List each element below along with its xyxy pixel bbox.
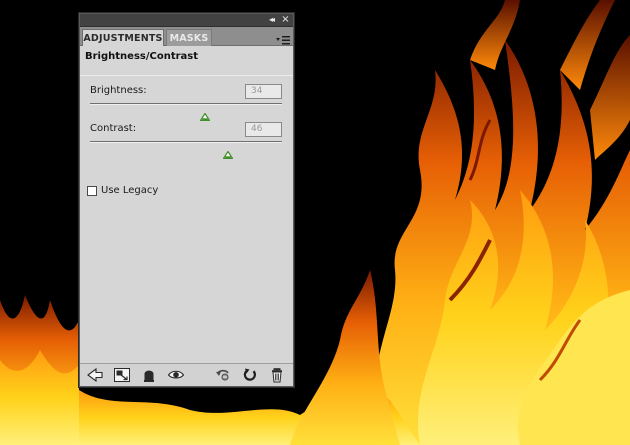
close-icon[interactable]: × <box>280 14 291 26</box>
brightness-label: Brightness: <box>90 85 147 96</box>
panel-menu-icon[interactable] <box>276 31 290 45</box>
contrast-value-field[interactable]: 46 <box>245 122 282 137</box>
panel-topbar[interactable]: ◂◂ × <box>80 14 293 27</box>
panel-tabbar: ADJUSTMENTS MASKS <box>80 27 293 46</box>
adjustments-panel: ◂◂ × ADJUSTMENTS MASKS Brightness/Contra… <box>79 13 294 387</box>
expanded-view-icon[interactable] <box>113 367 131 383</box>
adjustment-title: Brightness/Contrast <box>85 51 199 62</box>
previous-state-icon[interactable] <box>214 367 232 383</box>
brightness-slider-thumb[interactable] <box>199 106 211 122</box>
visibility-eye-icon[interactable] <box>167 367 185 383</box>
trash-icon[interactable] <box>268 367 286 383</box>
brightness-slider-track[interactable] <box>90 103 282 105</box>
title-divider <box>80 75 293 76</box>
clip-to-layer-icon[interactable] <box>140 367 158 383</box>
use-legacy-label: Use Legacy <box>101 185 159 196</box>
use-legacy-checkbox[interactable] <box>87 186 97 196</box>
back-arrow-icon[interactable] <box>86 367 104 383</box>
panel-bottom-toolbar <box>80 363 293 386</box>
contrast-label: Contrast: <box>90 123 137 134</box>
contrast-slider-thumb[interactable] <box>222 144 234 160</box>
contrast-slider-track[interactable] <box>90 141 282 143</box>
tab-adjustments[interactable]: ADJUSTMENTS <box>82 29 164 46</box>
tab-masks[interactable]: MASKS <box>166 29 212 46</box>
double-chevron-left-icon[interactable]: ◂◂ <box>265 15 277 25</box>
brightness-value-field[interactable]: 34 <box>245 84 282 99</box>
reset-icon[interactable] <box>241 367 259 383</box>
document-canvas[interactable]: ◂◂ × ADJUSTMENTS MASKS Brightness/Contra… <box>0 0 630 445</box>
